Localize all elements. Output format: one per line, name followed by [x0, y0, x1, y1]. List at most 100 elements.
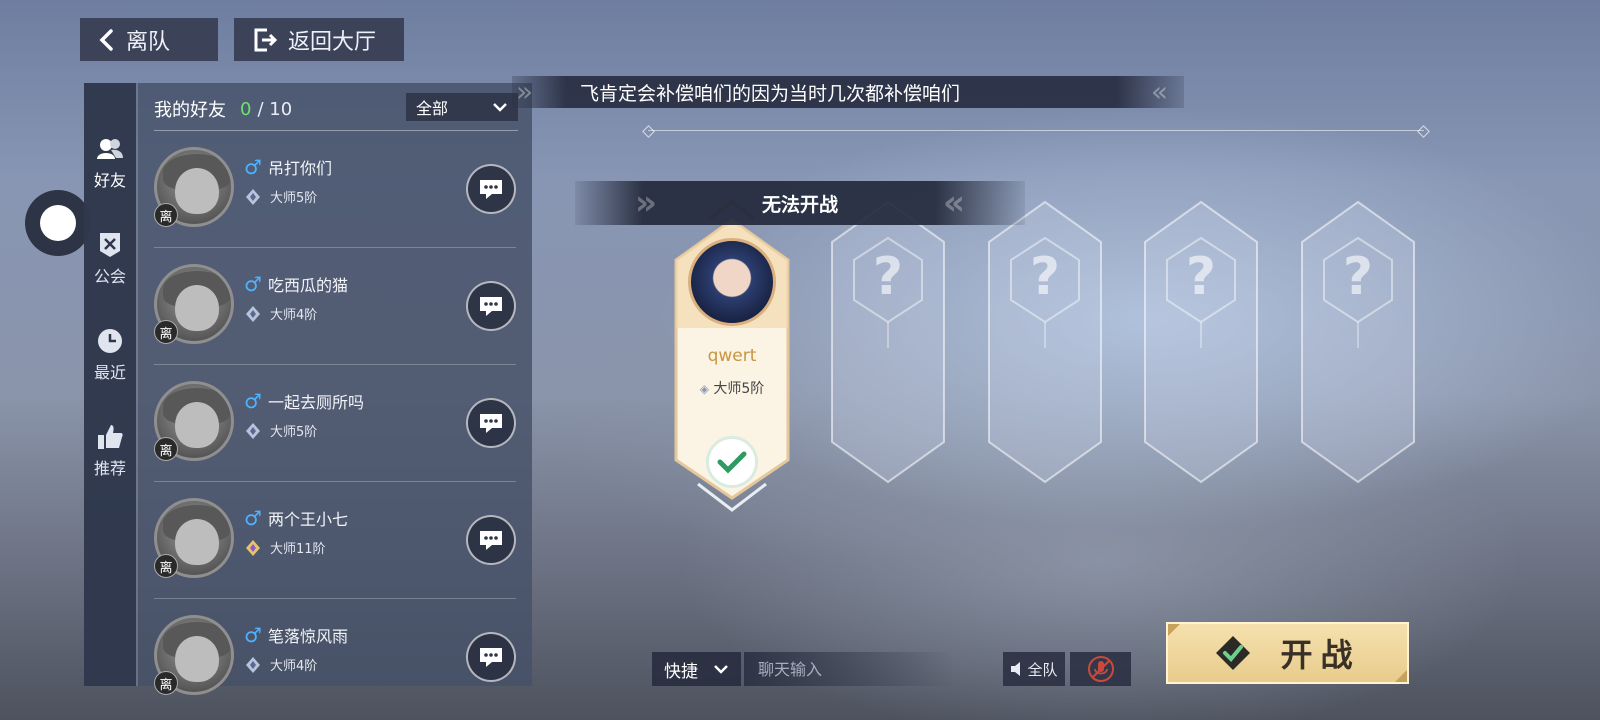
mic-muted-icon — [1087, 656, 1114, 682]
friend-row[interactable]: 离 ♂ 两个王小七 大师11阶 — [154, 482, 516, 599]
friend-rank-row: 大师4阶 — [244, 655, 317, 674]
quick-chat-label: 快捷 — [664, 661, 698, 682]
team-slot-player[interactable]: qwert ◈ 大师5阶 — [670, 198, 794, 514]
offline-badge: 离 — [154, 203, 178, 227]
notice-banner: » 飞肯定会补偿咱们的因为当时几次都补偿咱们 « — [512, 76, 1184, 108]
rank-icon — [246, 188, 260, 205]
friend-name-row: ♂ 一起去厕所吗 — [244, 389, 364, 413]
chat-bubble-icon — [480, 180, 502, 199]
tab-friends-label: 好友 — [93, 171, 126, 190]
team-slot-empty[interactable]: ? — [1139, 198, 1263, 514]
exit-icon — [254, 28, 278, 51]
start-battle-label: 开战 — [1280, 636, 1361, 674]
team-slot-empty[interactable]: ? — [826, 198, 950, 514]
friend-name: 一起去厕所吗 — [267, 393, 364, 412]
friend-name-row: ♂ 笔落惊风雨 — [244, 623, 348, 647]
player-rank-text: 大师5阶 — [713, 381, 765, 397]
male-icon: ♂ — [244, 155, 262, 179]
cannot-start-text: 无法开战 — [761, 193, 838, 216]
male-icon: ♂ — [244, 623, 262, 647]
question-icon: ? — [1030, 247, 1060, 307]
friend-rank: 大师11阶 — [270, 542, 326, 557]
friend-row[interactable]: 离 ♂ 一起去厕所吗 大师5阶 — [154, 365, 516, 482]
friend-row[interactable]: 离 ♂ 笔落惊风雨 大师4阶 — [154, 599, 516, 716]
friend-name: 笔落惊风雨 — [267, 627, 348, 646]
svg-text:?: ? — [1030, 247, 1060, 307]
friend-row[interactable]: 离 ♂ 吊打你们 大师5阶 — [154, 131, 516, 248]
chat-button[interactable] — [466, 398, 516, 448]
guild-icon — [100, 233, 120, 257]
tab-friends[interactable]: 好友 — [84, 123, 136, 203]
friend-panel: 好友 公会 最近 推荐 我的好友 0 / 10 全部 离 ♂ 吊打你们 大师5阶… — [84, 83, 532, 695]
chat-input[interactable] — [744, 652, 954, 686]
chevrons-right-decoration: « — [1150, 76, 1168, 108]
leave-team-label: 离队 — [126, 29, 171, 55]
friend-rank-row: 大师11阶 — [244, 538, 326, 557]
tab-recommend[interactable]: 推荐 — [84, 411, 136, 491]
return-lobby-button[interactable]: 返回大厅 — [234, 18, 404, 61]
rank-icon — [246, 656, 260, 673]
return-lobby-label: 返回大厅 — [288, 29, 377, 55]
friend-list-header: 我的好友 0 / 10 全部 — [154, 93, 518, 125]
clock-icon — [98, 329, 122, 353]
chat-button[interactable] — [466, 515, 516, 565]
rank-icon — [246, 422, 260, 439]
friend-row[interactable]: 离 ♂ 吃西瓜的猫 大师4阶 — [154, 248, 516, 365]
speaker-icon — [1011, 662, 1021, 676]
team-slot-empty[interactable]: ? — [1296, 198, 1420, 514]
question-icon: ? — [1343, 247, 1373, 307]
quick-chat-dropdown[interactable]: 快捷 — [652, 652, 741, 686]
side-tabs: 好友 公会 最近 推荐 — [84, 83, 136, 686]
tab-guild[interactable]: 公会 — [84, 219, 136, 299]
male-icon: ♂ — [244, 389, 262, 413]
tab-recent-label: 最近 — [93, 363, 126, 382]
chevron-left-icon — [99, 28, 113, 51]
chevron-down-icon — [714, 665, 728, 674]
notice-text: 飞肯定会补偿咱们的因为当时几次都补偿咱们 — [580, 83, 961, 105]
friend-name: 吃西瓜的猫 — [267, 276, 348, 295]
chevrons-left-decoration: » — [516, 76, 534, 108]
friend-list-title: 我的好友 — [154, 100, 226, 121]
chat-button[interactable] — [466, 632, 516, 682]
offline-badge: 离 — [154, 671, 178, 695]
question-icon: ? — [1186, 247, 1216, 307]
online-count: 0 — [240, 98, 252, 120]
player-rank: ◈ 大师5阶 — [670, 378, 794, 398]
question-icon: ? — [873, 247, 903, 307]
rank-icon — [246, 305, 260, 322]
friend-rank: 大师5阶 — [270, 191, 318, 206]
team-voice-label: 全队 — [1027, 660, 1058, 679]
total-count: / 10 — [257, 98, 293, 120]
friend-name-row: ♂ 吊打你们 — [244, 155, 332, 179]
friend-list: 离 ♂ 吊打你们 大师5阶 离 ♂ 吃西瓜的猫 大师4阶 离 ♂ 一起去厕所吗 … — [138, 131, 532, 716]
leave-team-button[interactable]: 离队 — [80, 18, 218, 61]
chat-button[interactable] — [466, 164, 516, 214]
friend-rank-row: 大师5阶 — [244, 421, 317, 440]
chat-bubble-icon — [480, 648, 502, 667]
chat-bubble-icon — [480, 531, 502, 550]
svg-text:?: ? — [1186, 247, 1216, 307]
player-avatar — [688, 238, 776, 326]
team-voice-button[interactable]: 全队 — [1003, 652, 1065, 686]
ready-check — [706, 436, 758, 488]
team-slot-empty[interactable]: ? — [983, 198, 1107, 514]
check-diamond-icon — [1216, 636, 1251, 670]
thumbs-up-icon — [98, 425, 123, 449]
room-divider — [648, 130, 1424, 131]
chat-bubble-icon — [480, 414, 502, 433]
chevrons-left-decoration: » — [635, 183, 657, 223]
floating-assist-button[interactable] — [25, 190, 91, 256]
friend-rank-row: 大师5阶 — [244, 187, 317, 206]
offline-badge: 离 — [154, 320, 178, 344]
male-icon: ♂ — [244, 506, 262, 530]
tab-recommend-label: 推荐 — [93, 459, 126, 478]
tab-recent[interactable]: 最近 — [84, 315, 136, 395]
friend-filter-dropdown[interactable]: 全部 — [406, 93, 518, 121]
friend-rank: 大师4阶 — [270, 308, 318, 323]
chat-bubble-icon — [480, 297, 502, 316]
start-battle-button[interactable]: 开战 — [1166, 622, 1409, 684]
chat-button[interactable] — [466, 281, 516, 331]
friend-name-row: ♂ 两个王小七 — [244, 506, 348, 530]
friend-rank-row: 大师4阶 — [244, 304, 317, 323]
mic-toggle-button[interactable] — [1070, 652, 1131, 686]
